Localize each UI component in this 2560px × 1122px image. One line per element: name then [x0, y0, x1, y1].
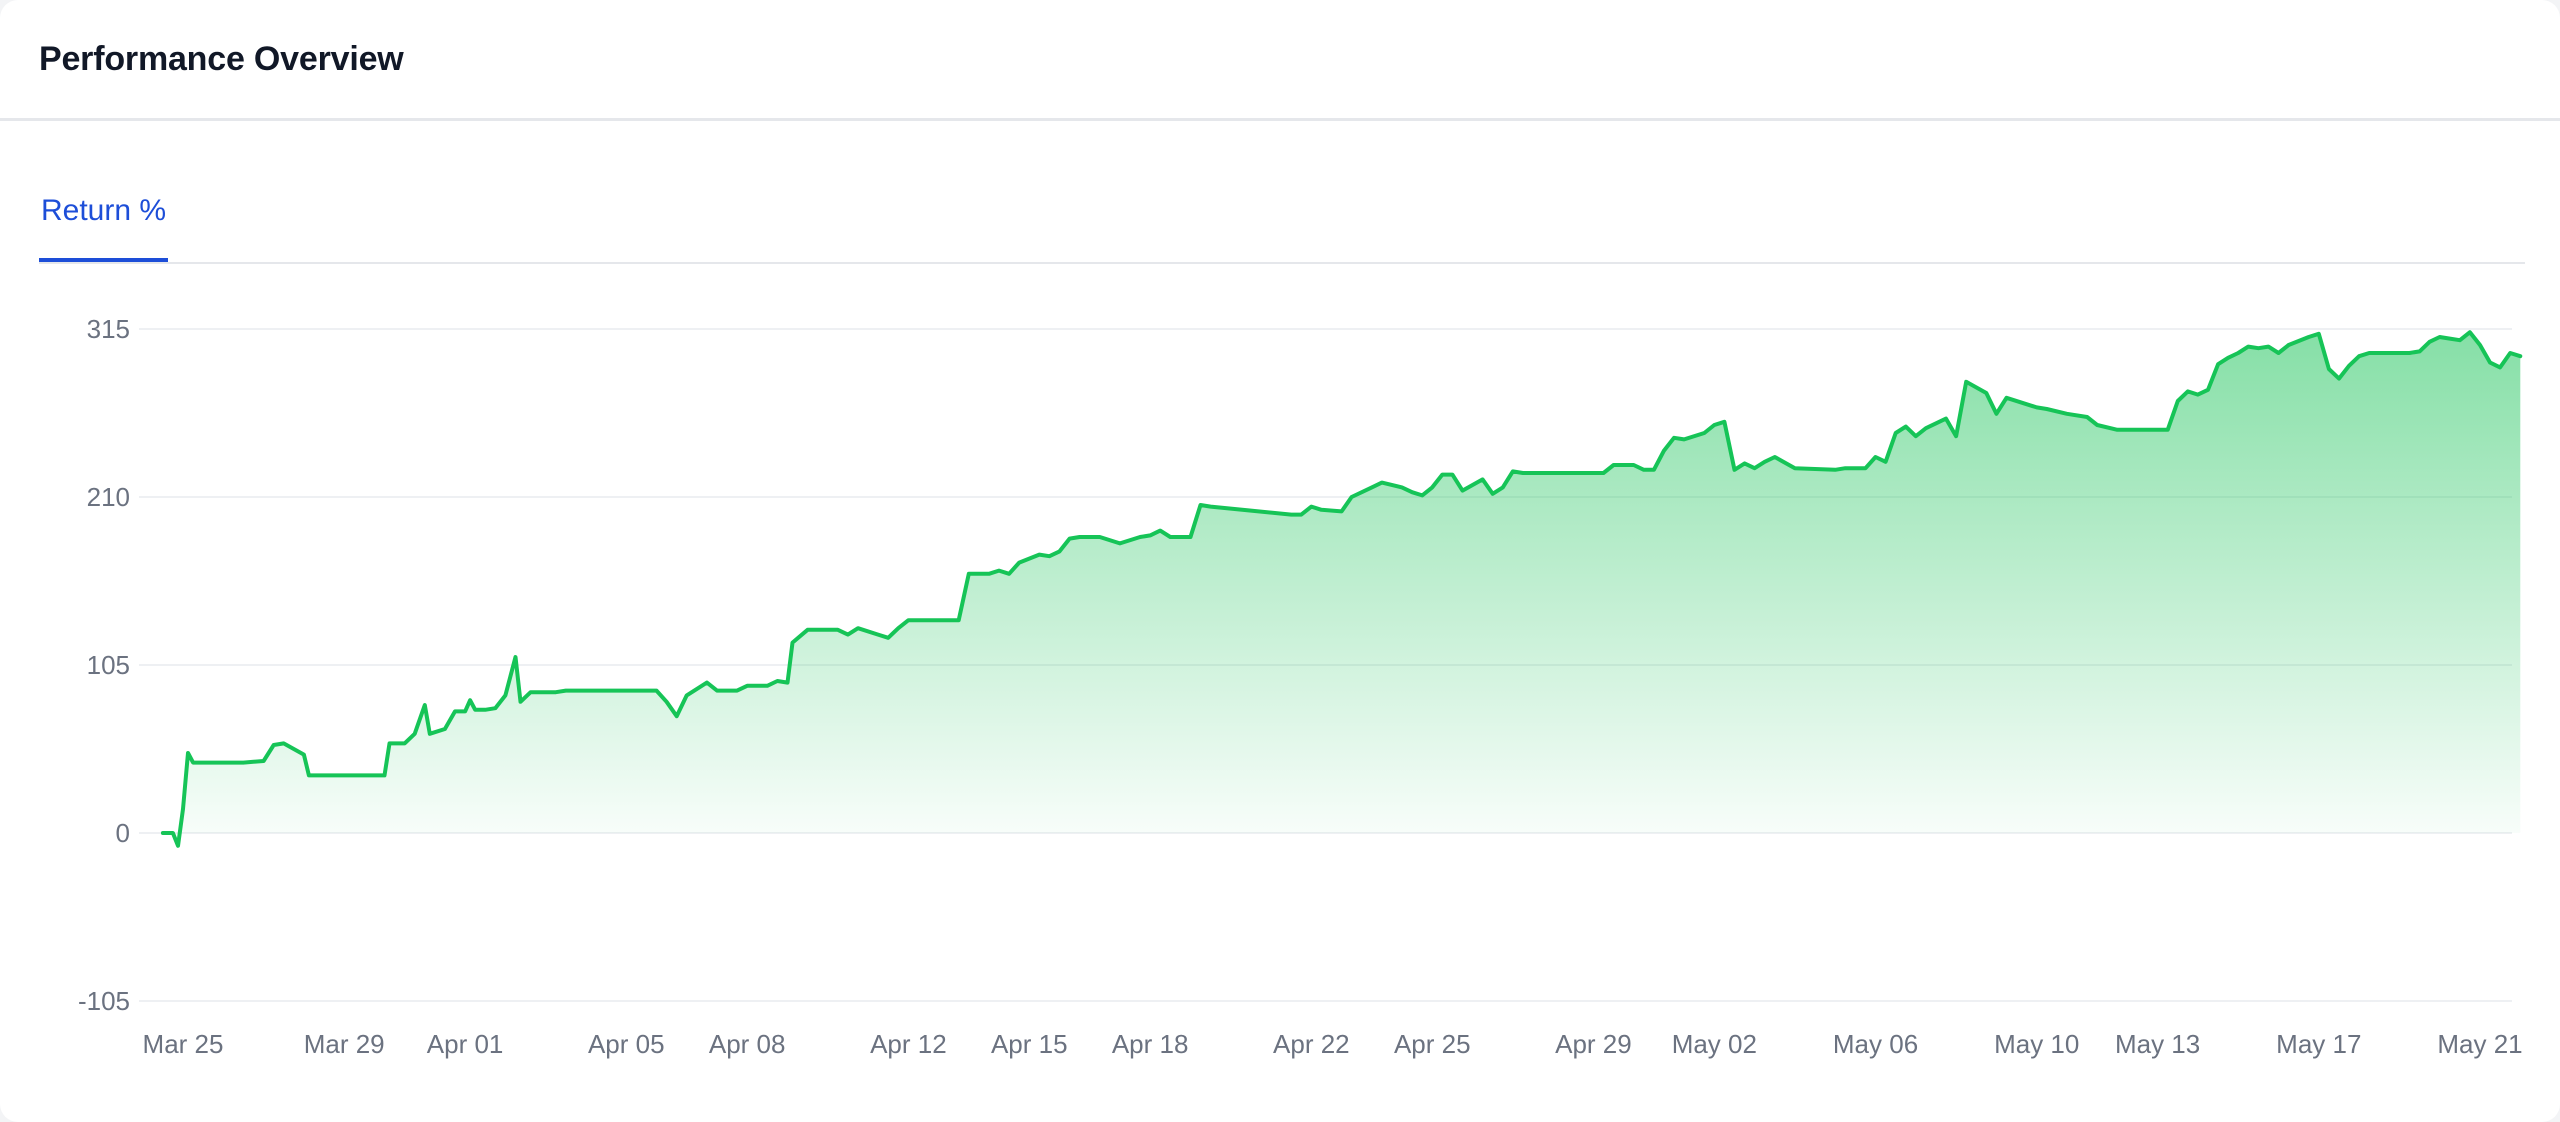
x-tick-label: Apr 18: [1112, 1029, 1189, 1059]
x-tick-label: Apr 08: [709, 1029, 786, 1059]
y-tick-label: 315: [87, 314, 130, 344]
x-tick-label: Apr 22: [1273, 1029, 1350, 1059]
x-tick-label: Apr 05: [588, 1029, 665, 1059]
card-header: Performance Overview: [0, 0, 2560, 121]
x-tick-label: Apr 01: [427, 1029, 504, 1059]
tab-return-percent[interactable]: Return %: [39, 194, 169, 262]
return-chart: 315 210 105 0 -105 Mar 25 Mar 29 Apr 01 Apr 05 A…: [78, 314, 2523, 1059]
performance-card: Performance Overview Return % 315 210 105 0…: [0, 0, 2560, 1122]
x-tick-label: Apr 15: [991, 1029, 1068, 1059]
tab-bar: Return %: [39, 184, 2525, 264]
y-tick-label: 210: [87, 482, 130, 512]
y-axis-ticks: 315 210 105 0 -105: [78, 314, 130, 1016]
x-tick-label: May 02: [1672, 1029, 1757, 1059]
y-tick-label: 0: [116, 818, 130, 848]
x-tick-label: May 06: [1833, 1029, 1918, 1059]
series-layer: [160, 330, 2523, 848]
y-tick-label: 105: [87, 650, 130, 680]
series-area: [162, 332, 2521, 846]
x-tick-label: Mar 25: [143, 1029, 224, 1059]
x-tick-label: Apr 29: [1555, 1029, 1632, 1059]
x-tick-label: Apr 25: [1394, 1029, 1471, 1059]
x-tick-label: May 13: [2115, 1029, 2200, 1059]
y-tick-label: -105: [78, 986, 130, 1016]
x-tick-label: Mar 29: [304, 1029, 385, 1059]
x-tick-label: May 10: [1994, 1029, 2079, 1059]
x-axis-ticks: Mar 25 Mar 29 Apr 01 Apr 05 Apr 08 Apr 12 Apr …: [143, 1029, 2523, 1059]
x-tick-label: May 17: [2276, 1029, 2361, 1059]
x-tick-label: May 21: [2437, 1029, 2522, 1059]
x-tick-label: Apr 12: [870, 1029, 947, 1059]
card-title: Performance Overview: [39, 39, 404, 78]
